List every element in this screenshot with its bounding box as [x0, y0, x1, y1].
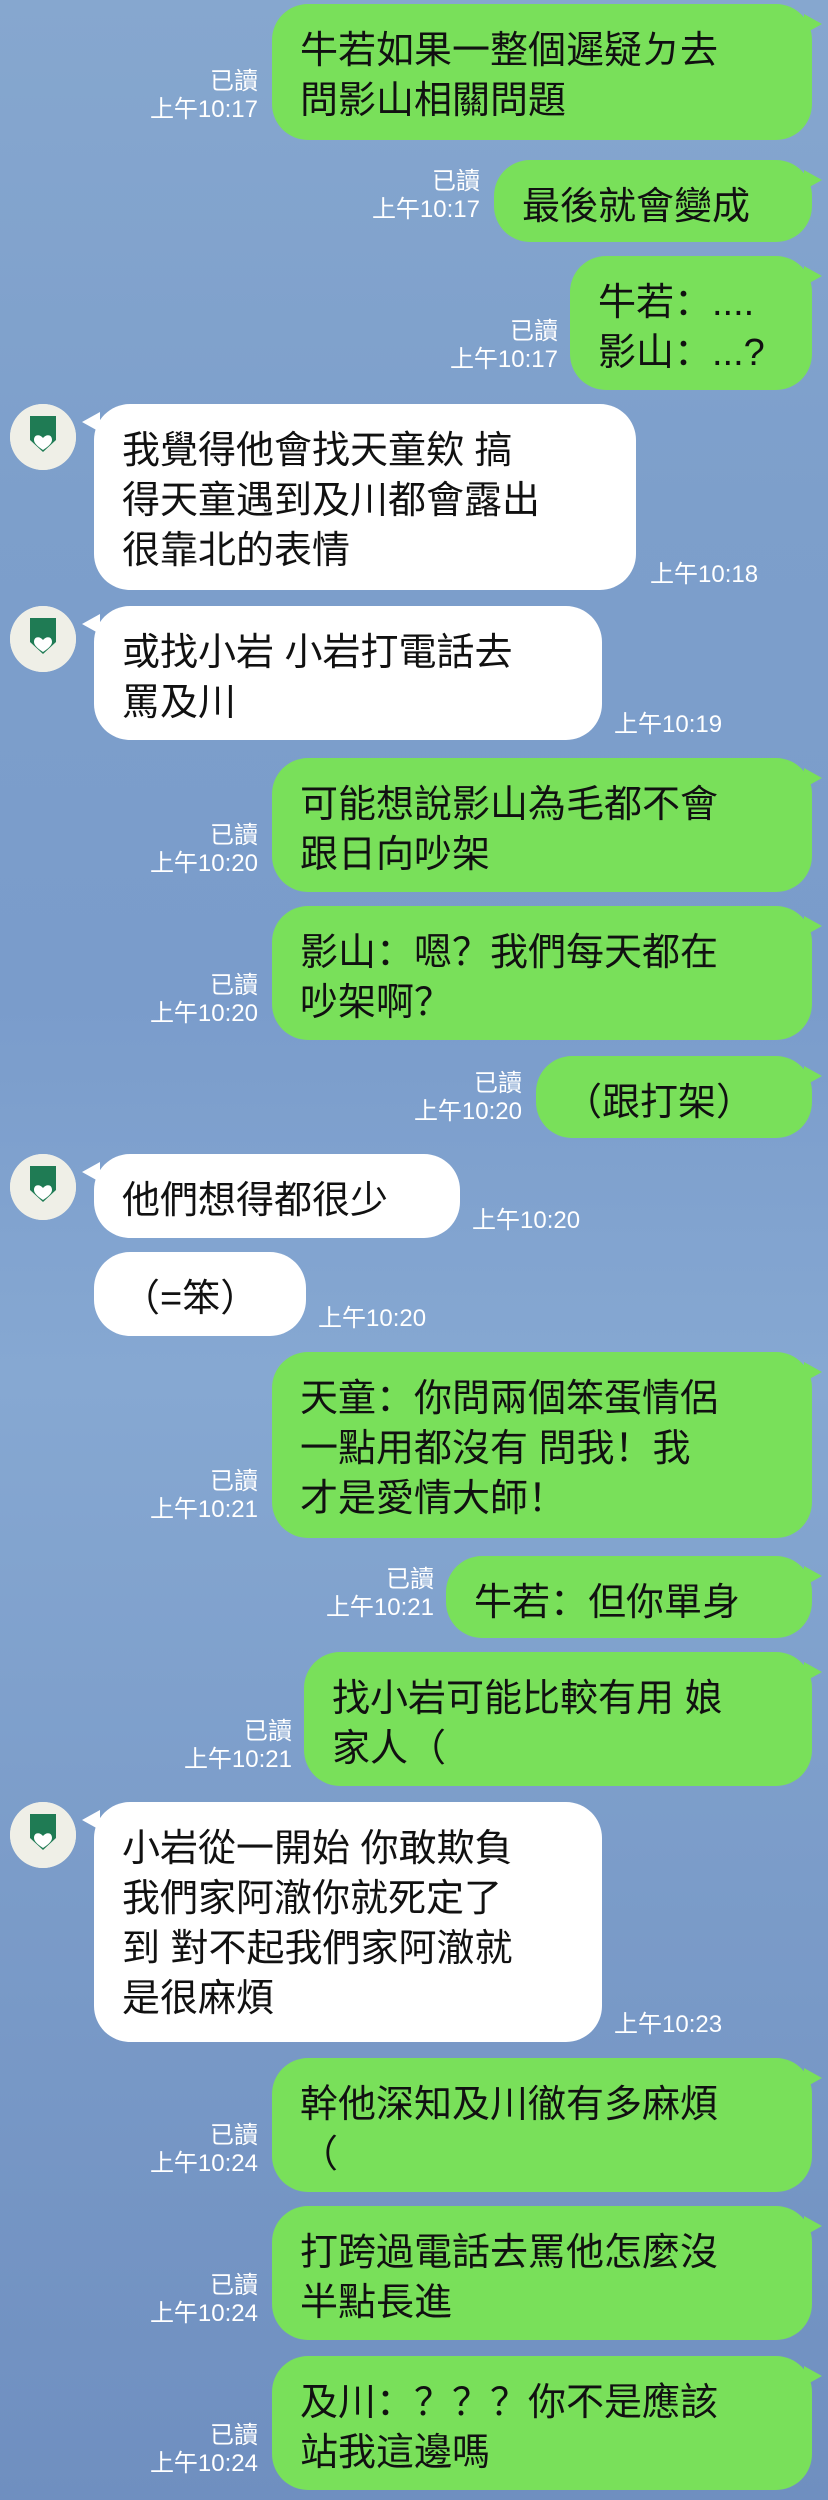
- chat-area[interactable]: 牛若如果一整個遲疑ㄉ去 問影山相關問題 已讀 上午10:17 最後就會變成 已讀…: [0, 0, 828, 2500]
- read-receipt: 已讀: [386, 1566, 434, 1593]
- message-time: 上午10:24: [149, 2300, 258, 2327]
- avatar-icon: [10, 1802, 76, 1868]
- message-meta: 已讀 上午10:20: [150, 972, 258, 1028]
- outgoing-message-bubble[interactable]: 天童：你問兩個笨蛋情侶 一點用都沒有 問我！我 才是愛情大師！: [272, 1352, 822, 1538]
- outgoing-message-bubble[interactable]: 找小岩可能比較有用 娘 家人（: [304, 1652, 822, 1786]
- message-time: 上午10:20: [472, 1207, 581, 1234]
- message-time: 上午10:17: [449, 346, 558, 373]
- message-meta: 已讀 上午10:17: [450, 318, 558, 374]
- read-receipt: 已讀: [244, 1718, 292, 1745]
- incoming-message-bubble[interactable]: 或找小岩 小岩打電話去 罵及川: [82, 606, 602, 740]
- read-receipt: 已讀: [210, 2422, 258, 2449]
- incoming-message-bubble[interactable]: 小岩從一開始 你敢欺負 我們家阿澈你就死定了 到 對不起我們家阿澈就 是很麻煩: [82, 1802, 602, 2042]
- message-meta: 已讀 上午10:24: [150, 2272, 258, 2328]
- avatar-icon: [10, 606, 76, 672]
- message-meta: 已讀 上午10:20: [414, 1070, 522, 1126]
- contact-avatar[interactable]: [10, 404, 76, 470]
- outgoing-message-bubble[interactable]: 可能想說影山為毛都不會 跟日向吵架: [272, 758, 822, 892]
- outgoing-message-bubble[interactable]: 牛若如果一整個遲疑ㄉ去 問影山相關問題: [272, 4, 822, 140]
- read-receipt: 已讀: [210, 2122, 258, 2149]
- message-meta: 已讀 上午10:21: [326, 1566, 434, 1622]
- read-receipt: 已讀: [432, 168, 480, 195]
- message-time: 上午10:24: [149, 2450, 258, 2477]
- message-time: 上午10:23: [614, 2011, 723, 2038]
- incoming-message-bubble[interactable]: （=笨）: [94, 1252, 306, 1336]
- read-receipt: 已讀: [510, 318, 558, 345]
- read-receipt: 已讀: [210, 822, 258, 849]
- incoming-message-bubble[interactable]: 他們想得都很少: [82, 1154, 460, 1238]
- message-meta: 已讀 上午10:21: [150, 1468, 258, 1524]
- read-receipt: 已讀: [210, 68, 258, 95]
- outgoing-message-bubble[interactable]: 牛若：.... 影山：...?: [570, 256, 822, 390]
- contact-avatar[interactable]: [10, 606, 76, 672]
- message-time: 上午10:20: [413, 1098, 522, 1125]
- read-receipt: 已讀: [210, 972, 258, 999]
- message-meta: 已讀 上午10:17: [150, 68, 258, 124]
- message-meta: 已讀 上午10:17: [372, 168, 480, 224]
- message-time: 上午10:21: [183, 1746, 292, 1773]
- message-time: 上午10:19: [614, 711, 723, 738]
- message-time: 上午10:20: [149, 1000, 258, 1027]
- message-meta: 已讀 上午10:24: [150, 2122, 258, 2178]
- outgoing-message-bubble[interactable]: 幹他深知及川徹有多麻煩 （: [272, 2058, 822, 2192]
- message-time: 上午10:20: [149, 850, 258, 877]
- message-time: 上午10:21: [325, 1594, 434, 1621]
- outgoing-message-bubble[interactable]: 打跨過電話去罵他怎麼沒 半點長進: [272, 2206, 822, 2340]
- message-meta: 已讀 上午10:21: [184, 1718, 292, 1774]
- read-receipt: 已讀: [210, 2272, 258, 2299]
- outgoing-message-bubble[interactable]: 及川：？？？你不是應該 站我這邊嗎: [272, 2356, 822, 2490]
- outgoing-message-bubble[interactable]: 牛若：但你單身: [446, 1556, 822, 1638]
- message-time: 上午10:17: [371, 196, 480, 223]
- message-time: 上午10:24: [149, 2150, 258, 2177]
- message-meta: 已讀 上午10:24: [150, 2422, 258, 2478]
- incoming-message-bubble[interactable]: 我覺得他會找天童欸 搞 得天童遇到及川都會露出 很靠北的表情: [82, 404, 636, 590]
- avatar-icon: [10, 1154, 76, 1220]
- contact-avatar[interactable]: [10, 1154, 76, 1220]
- avatar-icon: [10, 404, 76, 470]
- message-time: 上午10:20: [318, 1305, 427, 1332]
- read-receipt: 已讀: [474, 1070, 522, 1097]
- message-time: 上午10:18: [650, 561, 759, 588]
- message-time: 上午10:17: [149, 96, 258, 123]
- message-time: 上午10:21: [149, 1496, 258, 1523]
- outgoing-message-bubble[interactable]: 最後就會變成: [494, 160, 822, 242]
- outgoing-message-bubble[interactable]: （跟打架）: [536, 1056, 822, 1138]
- read-receipt: 已讀: [210, 1468, 258, 1495]
- contact-avatar[interactable]: [10, 1802, 76, 1868]
- outgoing-message-bubble[interactable]: 影山：嗯？我們每天都在 吵架啊？: [272, 906, 822, 1040]
- message-meta: 已讀 上午10:20: [150, 822, 258, 878]
